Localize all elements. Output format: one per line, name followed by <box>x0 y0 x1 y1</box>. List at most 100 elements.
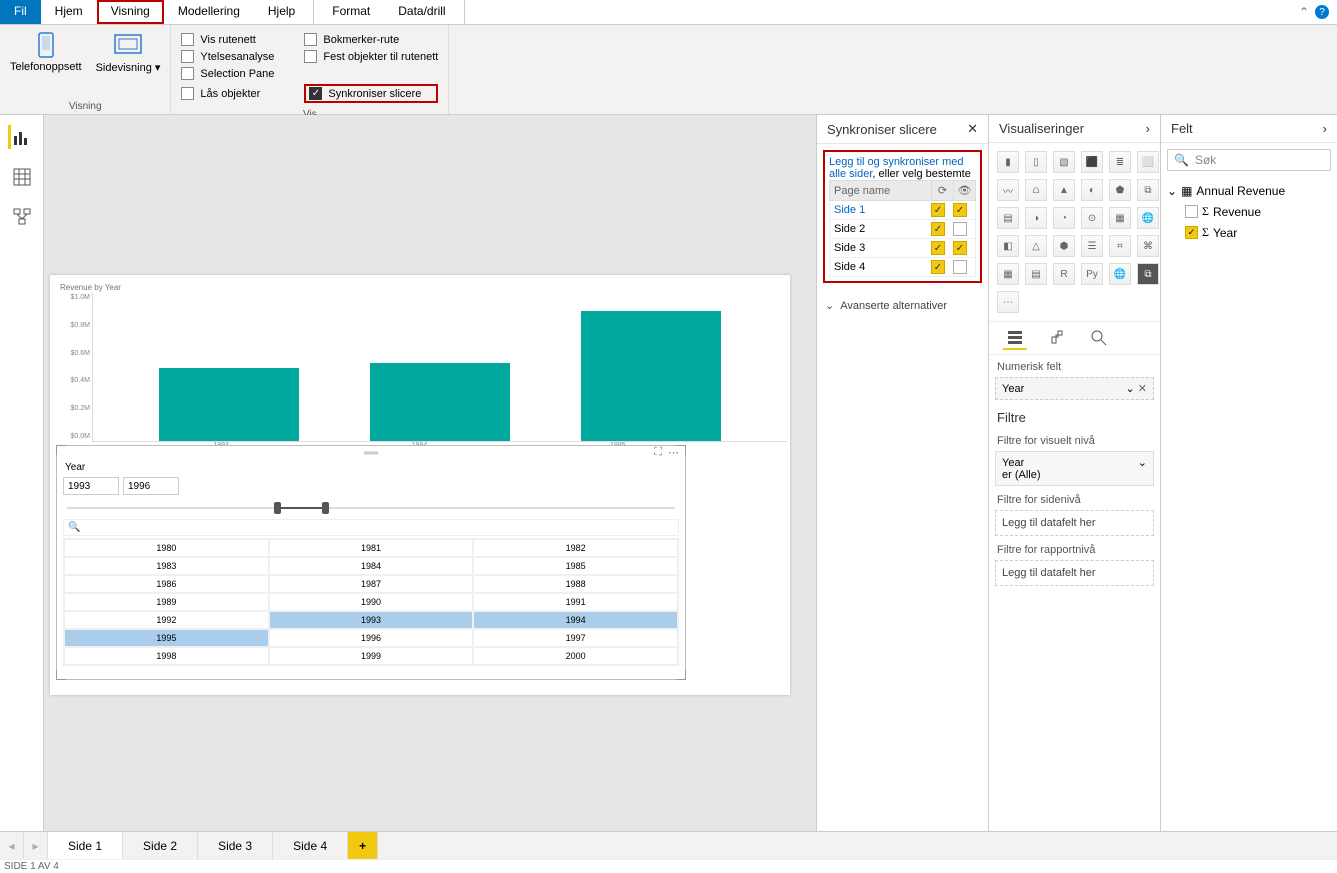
viz-type-button[interactable]: 〰 <box>997 179 1019 201</box>
year-cell[interactable]: 1986 <box>64 575 269 593</box>
year-cell[interactable]: 1985 <box>473 557 678 575</box>
viz-type-button[interactable]: ⬢ <box>1053 235 1075 257</box>
viz-type-button[interactable]: 🌐 <box>1109 263 1131 285</box>
year-cell[interactable]: 1988 <box>473 575 678 593</box>
year-slicer-visual[interactable]: ══ ⛶ ⋯ Year 1993 1996 🔍 1980198119821983… <box>56 445 686 680</box>
year-cell[interactable]: 2000 <box>473 647 678 665</box>
year-cell[interactable]: 1990 <box>269 593 474 611</box>
collapse-fields-pane-icon[interactable]: › <box>1323 121 1327 136</box>
data-view-icon[interactable] <box>10 165 34 189</box>
year-cell[interactable]: 1982 <box>473 539 678 557</box>
viz-type-button[interactable]: R <box>1053 263 1075 285</box>
sync-checkbox[interactable]: ✓ <box>931 203 945 217</box>
viz-type-button[interactable]: ⧉ <box>1137 179 1159 201</box>
viz-type-button[interactable]: ⬜ <box>1137 151 1159 173</box>
visible-checkbox[interactable] <box>953 222 967 236</box>
performance-analyzer-checkbox[interactable]: Ytelsesanalyse <box>181 50 274 63</box>
visible-checkbox[interactable]: ✓ <box>953 203 967 217</box>
page-tab[interactable]: Side 2 <box>123 832 198 859</box>
menu-datadrill[interactable]: Data/drill <box>384 0 459 24</box>
year-cell[interactable]: 1981 <box>269 539 474 557</box>
viz-type-button[interactable]: ☰ <box>1081 235 1103 257</box>
analytics-tab-icon[interactable] <box>1087 326 1111 350</box>
focus-mode-icon[interactable]: ⛶ <box>654 446 662 459</box>
viz-type-button[interactable]: ▲ <box>1053 179 1075 201</box>
menu-fil[interactable]: Fil <box>0 0 41 24</box>
phone-layout-button[interactable]: Telefonoppsett <box>10 31 82 73</box>
viz-type-button[interactable]: ▮ <box>997 151 1019 173</box>
close-sync-pane-icon[interactable]: ✕ <box>967 121 978 137</box>
next-page-nav[interactable]: ▸ <box>24 832 48 859</box>
year-cell[interactable]: 1991 <box>473 593 678 611</box>
lock-objects-checkbox[interactable]: Lås objekter <box>181 87 274 100</box>
chevron-down-icon[interactable]: ⌄ <box>1138 456 1147 469</box>
visible-checkbox[interactable]: ✓ <box>953 241 967 255</box>
visible-checkbox[interactable] <box>953 260 967 274</box>
viz-type-button[interactable]: ⧉ <box>1137 263 1159 285</box>
year-cell[interactable]: 1993 <box>269 611 474 629</box>
viz-type-button[interactable]: ⌗ <box>1109 235 1131 257</box>
menu-hjelp[interactable]: Hjelp <box>254 0 309 24</box>
viz-type-button[interactable]: ▦ <box>997 263 1019 285</box>
viz-type-button[interactable]: ▯ <box>1025 151 1047 173</box>
page-tab[interactable]: Side 1 <box>48 832 123 859</box>
menu-visning[interactable]: Visning <box>97 0 164 24</box>
fields-tab-icon[interactable] <box>1003 326 1027 350</box>
selection-pane-checkbox[interactable]: Selection Pane <box>181 67 274 80</box>
chart-visual[interactable]: Revenue by Year $1.0M $0.8M $0.6M $0.4M … <box>52 283 787 449</box>
format-tab-icon[interactable] <box>1045 326 1069 350</box>
viz-type-button[interactable]: ⋯ <box>997 291 1019 313</box>
menu-format[interactable]: Format <box>318 0 384 24</box>
viz-type-button[interactable]: ⩍ <box>1025 179 1047 201</box>
page-tab[interactable]: Side 4 <box>273 832 348 859</box>
advanced-options-toggle[interactable]: ⌄ Avanserte alternativer <box>817 289 988 322</box>
show-gridlines-checkbox[interactable]: Vis rutenett <box>181 33 274 46</box>
more-options-icon[interactable]: ⋯ <box>668 446 679 459</box>
slicer-search-input[interactable]: 🔍 <box>63 519 679 536</box>
slicer-to-input[interactable]: 1996 <box>123 477 179 495</box>
snap-to-grid-checkbox[interactable]: Fest objekter til rutenett <box>304 50 438 63</box>
year-cell[interactable]: 1994 <box>473 611 678 629</box>
year-cell[interactable]: 1999 <box>269 647 474 665</box>
field-revenue[interactable]: Σ Revenue <box>1167 201 1331 222</box>
sync-checkbox[interactable]: ✓ <box>931 241 945 255</box>
viz-type-button[interactable]: ▤ <box>1025 263 1047 285</box>
year-cell[interactable]: 1987 <box>269 575 474 593</box>
year-cell[interactable]: 1997 <box>473 629 678 647</box>
menu-hjem[interactable]: Hjem <box>41 0 97 24</box>
viz-type-button[interactable]: ◔ <box>1053 207 1075 229</box>
drag-handle-icon[interactable]: ══ <box>364 448 378 459</box>
viz-type-button[interactable]: ▦ <box>1109 207 1131 229</box>
viz-type-button[interactable]: ⌘ <box>1137 235 1159 257</box>
year-cell[interactable]: 1984 <box>269 557 474 575</box>
viz-type-button[interactable]: 🌐 <box>1137 207 1159 229</box>
viz-type-button[interactable]: ▧ <box>1053 151 1075 173</box>
collapse-viz-pane-icon[interactable]: › <box>1146 121 1150 136</box>
add-report-filter[interactable]: Legg til datafelt her <box>995 560 1154 586</box>
viz-type-button[interactable]: ⬛ <box>1081 151 1103 173</box>
viz-type-button[interactable]: ◧ <box>997 235 1019 257</box>
year-cell[interactable]: 1995 <box>64 629 269 647</box>
checkbox-icon[interactable] <box>1185 205 1198 218</box>
year-cell[interactable]: 1998 <box>64 647 269 665</box>
viz-type-button[interactable]: ⬟ <box>1109 179 1131 201</box>
remove-field-icon[interactable]: ✕ <box>1138 383 1147 395</box>
year-cell[interactable]: 1996 <box>269 629 474 647</box>
chevron-down-icon[interactable]: ⌄ <box>1126 383 1135 395</box>
field-year[interactable]: ✓ Σ Year <box>1167 222 1331 243</box>
year-cell[interactable]: 1989 <box>64 593 269 611</box>
page-view-button[interactable]: Sidevisning ▾ <box>96 31 161 74</box>
add-page-button[interactable]: + <box>348 832 378 859</box>
sync-checkbox[interactable]: ✓ <box>931 222 945 236</box>
viz-type-button[interactable]: ▤ <box>997 207 1019 229</box>
checkbox-icon[interactable]: ✓ <box>1185 226 1198 239</box>
year-cell[interactable]: 1992 <box>64 611 269 629</box>
help-icon[interactable]: ? <box>1315 5 1329 19</box>
viz-type-button[interactable]: ◐ <box>1081 179 1103 201</box>
year-cell[interactable]: 1983 <box>64 557 269 575</box>
slicer-from-input[interactable]: 1993 <box>63 477 119 495</box>
viz-type-button[interactable]: △ <box>1025 235 1047 257</box>
prev-page-nav[interactable]: ◂ <box>0 832 24 859</box>
slicer-range-slider[interactable] <box>67 499 675 517</box>
bookmarks-pane-checkbox[interactable]: Bokmerker-rute <box>304 33 438 46</box>
